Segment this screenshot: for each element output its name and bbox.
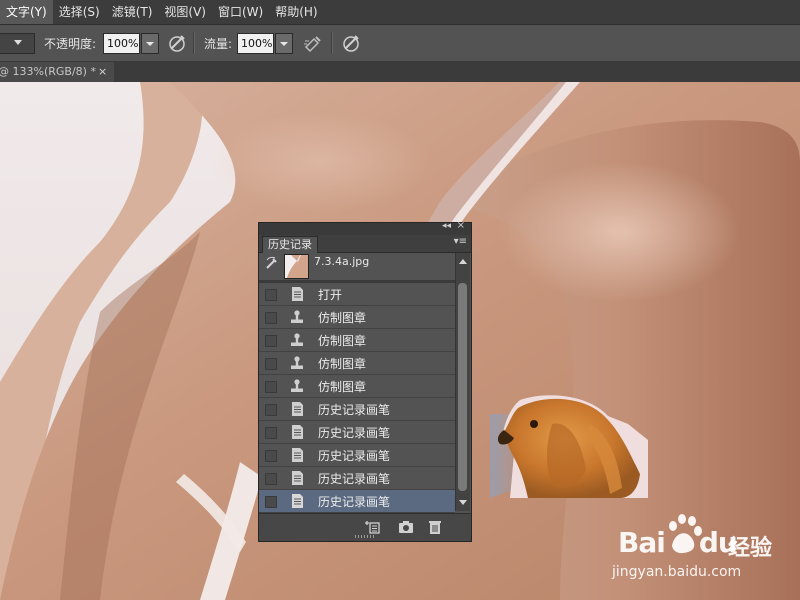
- watermark-url: jingyan.baidu.com: [612, 564, 742, 580]
- stamp-icon: [291, 356, 303, 369]
- history-state-label: 历史记录画笔: [318, 472, 391, 486]
- history-brush-source-icon[interactable]: [265, 256, 279, 270]
- source-checkbox[interactable]: [265, 473, 277, 485]
- source-checkbox[interactable]: [265, 335, 277, 347]
- scroll-up-icon[interactable]: [459, 259, 467, 264]
- source-checkbox[interactable]: [265, 404, 277, 416]
- history-state-label: 历史记录画笔: [318, 426, 391, 440]
- watermark-cn-text: 经验: [728, 536, 773, 561]
- tab-history[interactable]: 历史记录: [262, 236, 318, 253]
- history-state-row[interactable]: 历史记录画笔: [259, 467, 455, 490]
- source-checkbox[interactable]: [265, 289, 277, 301]
- baidu-jingyan-watermark: Bai du 经验 jingyan.baidu.com: [610, 512, 790, 588]
- menu-bar: 文字(Y) 选择(S) 滤镜(T) 视图(V) 窗口(W) 帮助(H): [0, 0, 800, 25]
- options-bar: 不透明度: 100% 流量: 100%: [0, 25, 800, 62]
- history-state-row[interactable]: 历史记录画笔: [259, 421, 455, 444]
- camera-icon[interactable]: [398, 520, 414, 534]
- panel-menu-icon[interactable]: ▾≡: [454, 236, 467, 247]
- history-panel: ◂◂ × 历史记录 ▾≡ 7.3.4a.jpg 打开 仿制图章 仿制图章 仿制图…: [258, 220, 472, 542]
- menu-select[interactable]: 选择(S): [53, 0, 106, 24]
- scroll-down-icon[interactable]: [459, 500, 467, 505]
- flow-dropdown-button[interactable]: [275, 33, 293, 54]
- history-state-label: 仿制图章: [318, 380, 367, 394]
- new-document-from-state-icon[interactable]: [365, 520, 381, 534]
- airbrush-icon[interactable]: [302, 32, 324, 54]
- chevron-down-icon: [14, 40, 22, 45]
- opacity-label: 不透明度:: [44, 37, 97, 51]
- source-checkbox[interactable]: [265, 358, 277, 370]
- history-state-label: 打开: [318, 288, 343, 302]
- menu-type[interactable]: 文字(Y): [0, 0, 53, 24]
- history-state-label: 历史记录画笔: [318, 403, 391, 417]
- close-icon[interactable]: ×: [457, 220, 465, 231]
- history-scrollbar[interactable]: [455, 253, 470, 511]
- document-icon: [292, 402, 303, 416]
- tablet-pressure-opacity-icon[interactable]: [166, 32, 188, 54]
- source-checkbox[interactable]: [265, 381, 277, 393]
- watermark-logo-text: Bai du: [618, 526, 738, 559]
- snapshot-label: 7.3.4a.jpg: [314, 255, 370, 268]
- flow-field[interactable]: 100%: [237, 33, 274, 54]
- menu-window[interactable]: 窗口(W): [212, 0, 269, 24]
- history-state-row[interactable]: 历史记录画笔: [259, 398, 455, 421]
- document-tab-title: @ 133%(RGB/8) *: [0, 65, 96, 78]
- document-icon: [292, 448, 303, 462]
- snapshot-thumbnail: [284, 254, 309, 279]
- source-checkbox[interactable]: [265, 450, 277, 462]
- history-state-row[interactable]: 打开: [259, 283, 455, 306]
- mode-dropdown[interactable]: [0, 33, 35, 54]
- scroll-thumb[interactable]: [458, 283, 467, 491]
- history-state-row[interactable]: 仿制图章: [259, 306, 455, 329]
- document-icon: [292, 471, 303, 485]
- history-state-label: 仿制图章: [318, 357, 367, 371]
- history-state-row-selected[interactable]: 历史记录画笔: [259, 490, 455, 513]
- stamp-icon: [291, 333, 303, 346]
- history-state-label: 仿制图章: [318, 334, 367, 348]
- history-state-row[interactable]: 仿制图章: [259, 375, 455, 398]
- document-icon: [292, 494, 303, 508]
- history-state-label: 历史记录画笔: [318, 495, 391, 509]
- source-checkbox[interactable]: [265, 312, 277, 324]
- flow-label: 流量:: [204, 37, 233, 51]
- painted-dog-image: [490, 395, 648, 498]
- divider: [331, 32, 333, 54]
- history-state-row[interactable]: 仿制图章: [259, 352, 455, 375]
- menu-filter[interactable]: 滤镜(T): [106, 0, 159, 24]
- opacity-field[interactable]: 100%: [103, 33, 140, 54]
- menu-help[interactable]: 帮助(H): [269, 0, 323, 24]
- panel-resize-grip[interactable]: [355, 535, 375, 538]
- history-state-row[interactable]: 历史记录画笔: [259, 444, 455, 467]
- history-snapshot[interactable]: 7.3.4a.jpg: [259, 253, 455, 281]
- document-icon: [292, 287, 303, 301]
- panel-tab-row: 历史记录 ▾≡: [259, 235, 471, 253]
- history-state-list: 打开 仿制图章 仿制图章 仿制图章 仿制图章 历史记录画笔 历史记录画笔 历史记…: [259, 283, 455, 513]
- stamp-icon: [291, 379, 303, 392]
- trash-icon[interactable]: [427, 520, 443, 534]
- document-icon: [292, 425, 303, 439]
- document-tab-strip: @ 133%(RGB/8) * ×: [0, 62, 800, 82]
- collapse-icon[interactable]: ◂◂: [442, 221, 451, 231]
- divider: [193, 32, 195, 54]
- panel-title-bar[interactable]: ◂◂ ×: [259, 220, 471, 235]
- history-state-row[interactable]: 仿制图章: [259, 329, 455, 352]
- tablet-pressure-size-icon[interactable]: [340, 32, 362, 54]
- opacity-dropdown-button[interactable]: [141, 33, 159, 54]
- document-tab[interactable]: @ 133%(RGB/8) * ×: [0, 62, 114, 82]
- history-state-label: 仿制图章: [318, 311, 367, 325]
- history-state-label: 历史记录画笔: [318, 449, 391, 463]
- menu-view[interactable]: 视图(V): [158, 0, 212, 24]
- source-checkbox[interactable]: [265, 496, 277, 508]
- close-icon[interactable]: ×: [98, 62, 107, 82]
- source-checkbox[interactable]: [265, 427, 277, 439]
- stamp-icon: [291, 310, 303, 323]
